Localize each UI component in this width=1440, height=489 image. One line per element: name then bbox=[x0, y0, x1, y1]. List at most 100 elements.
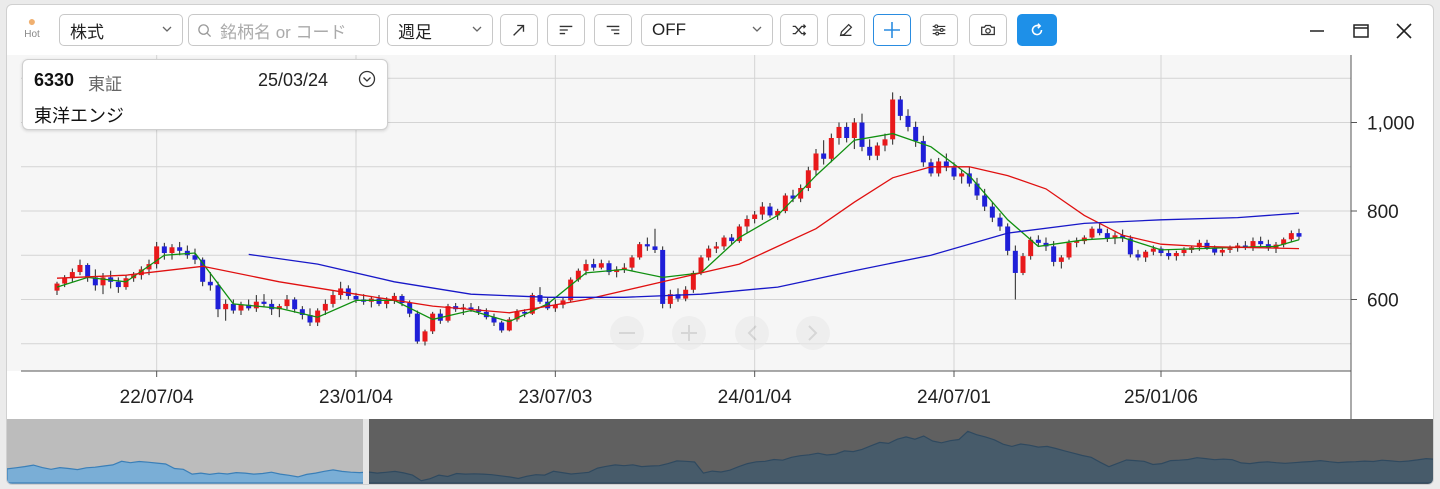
x-axis-ticks: 22/07/04 23/01/04 23/07/03 24/01/04 24/07/01… bbox=[120, 371, 1198, 408]
scroll-left-button[interactable] bbox=[735, 316, 769, 350]
stock-code: 6330 bbox=[34, 70, 75, 90]
candle-body bbox=[1028, 239, 1034, 257]
candle-body bbox=[353, 295, 359, 300]
zoom-in-button[interactable] bbox=[672, 316, 706, 350]
candle-body bbox=[223, 303, 229, 310]
candle-body bbox=[759, 206, 765, 215]
candle-body bbox=[629, 257, 635, 268]
candle-body bbox=[1135, 254, 1141, 258]
candle-body bbox=[1097, 228, 1103, 234]
y-tick-label: 800 bbox=[1367, 202, 1399, 223]
candle-body bbox=[1066, 242, 1072, 258]
candle-body bbox=[215, 285, 221, 310]
stock-date: 25/03/24 bbox=[258, 70, 329, 90]
candle-body bbox=[982, 195, 988, 207]
candle-body bbox=[652, 246, 658, 250]
candle-body bbox=[292, 299, 298, 310]
candle-body bbox=[1058, 257, 1064, 262]
candle-body bbox=[1005, 226, 1011, 251]
candle-body bbox=[767, 206, 773, 216]
candle-body bbox=[897, 99, 903, 116]
candle-body bbox=[1288, 233, 1294, 240]
candle-body bbox=[1173, 253, 1179, 257]
candle-body bbox=[330, 295, 336, 304]
zoom-out-button[interactable] bbox=[610, 316, 644, 350]
navigator[interactable] bbox=[7, 419, 1434, 485]
candle-body bbox=[169, 247, 175, 254]
candle-body bbox=[430, 313, 436, 332]
candle-body bbox=[445, 306, 451, 321]
candle-body bbox=[422, 331, 428, 342]
candle-body bbox=[989, 206, 995, 218]
candle-body bbox=[997, 217, 1003, 227]
candle-body bbox=[598, 263, 604, 268]
candle-body bbox=[874, 145, 880, 156]
x-tick-label: 23/07/03 bbox=[518, 387, 592, 408]
candle-body bbox=[844, 126, 850, 138]
candle-body bbox=[230, 303, 236, 311]
candle-body bbox=[851, 122, 857, 138]
candle-body bbox=[1181, 249, 1187, 254]
candle-body bbox=[744, 218, 750, 227]
candle-body bbox=[1227, 248, 1233, 250]
candle-body bbox=[828, 138, 834, 159]
candle-body bbox=[322, 303, 328, 311]
candle-body bbox=[951, 167, 957, 177]
candle-body bbox=[1012, 250, 1018, 273]
candle-body bbox=[713, 246, 719, 249]
candle-body bbox=[752, 214, 758, 219]
candle-body bbox=[1296, 233, 1302, 237]
candle-body bbox=[836, 126, 842, 138]
candle-body bbox=[115, 281, 121, 288]
chart-window: ● Hot 株式 銘柄名 or コード 週足 OFF 600 800 1,000… bbox=[6, 4, 1434, 485]
y-axis-ticks: 600 800 1,000 bbox=[1351, 114, 1415, 311]
candle-body bbox=[1035, 239, 1041, 243]
candle-body bbox=[644, 244, 650, 247]
candle-body bbox=[637, 244, 643, 258]
scroll-right-button[interactable] bbox=[796, 316, 830, 350]
candle-body bbox=[905, 115, 911, 127]
stock-exchange: 東証 bbox=[88, 75, 122, 94]
candle-body bbox=[62, 278, 68, 284]
candle-body bbox=[284, 299, 290, 307]
candle-body bbox=[414, 313, 420, 342]
navigator-handle[interactable] bbox=[363, 419, 369, 485]
stock-info-box: 6330 東証 25/03/24 東洋エンジ bbox=[22, 59, 388, 130]
candle-body bbox=[1258, 241, 1264, 245]
candle-body bbox=[1150, 248, 1156, 252]
candle-body bbox=[913, 126, 919, 142]
candle-body bbox=[1212, 248, 1218, 253]
candle-body bbox=[813, 153, 819, 171]
x-tick-label: 24/07/01 bbox=[917, 387, 991, 408]
candle-body bbox=[1020, 256, 1026, 273]
x-tick-label: 25/01/06 bbox=[1124, 387, 1198, 408]
x-tick-label: 23/01/04 bbox=[319, 387, 393, 408]
candle-body bbox=[706, 248, 712, 258]
candle-body bbox=[1089, 228, 1095, 238]
candle-body bbox=[1166, 253, 1172, 257]
y-tick-label: 1,000 bbox=[1367, 114, 1415, 135]
candle-body bbox=[1104, 233, 1110, 239]
stock-name: 東洋エンジ bbox=[34, 106, 124, 126]
candle-body bbox=[721, 237, 727, 247]
x-tick-label: 24/01/04 bbox=[718, 387, 792, 408]
candle-body bbox=[207, 281, 213, 286]
candle-body bbox=[123, 278, 129, 288]
candle-body bbox=[269, 303, 275, 310]
candle-body bbox=[867, 146, 873, 156]
candle-body bbox=[238, 304, 244, 311]
candle-body bbox=[1143, 251, 1149, 258]
candle-body bbox=[882, 139, 888, 146]
x-tick-label: 22/07/04 bbox=[120, 387, 194, 408]
candle-body bbox=[729, 237, 735, 242]
navigator-selection[interactable] bbox=[369, 419, 1434, 485]
candle-body bbox=[499, 322, 505, 331]
chevron-down-circle-icon[interactable] bbox=[358, 70, 376, 88]
candle-body bbox=[821, 153, 827, 159]
candle-body bbox=[177, 247, 183, 251]
candle-body bbox=[161, 246, 167, 254]
candle-body bbox=[591, 264, 597, 268]
y-tick-label: 600 bbox=[1367, 290, 1399, 311]
candle-body bbox=[77, 264, 83, 273]
candle-body bbox=[1219, 249, 1225, 253]
